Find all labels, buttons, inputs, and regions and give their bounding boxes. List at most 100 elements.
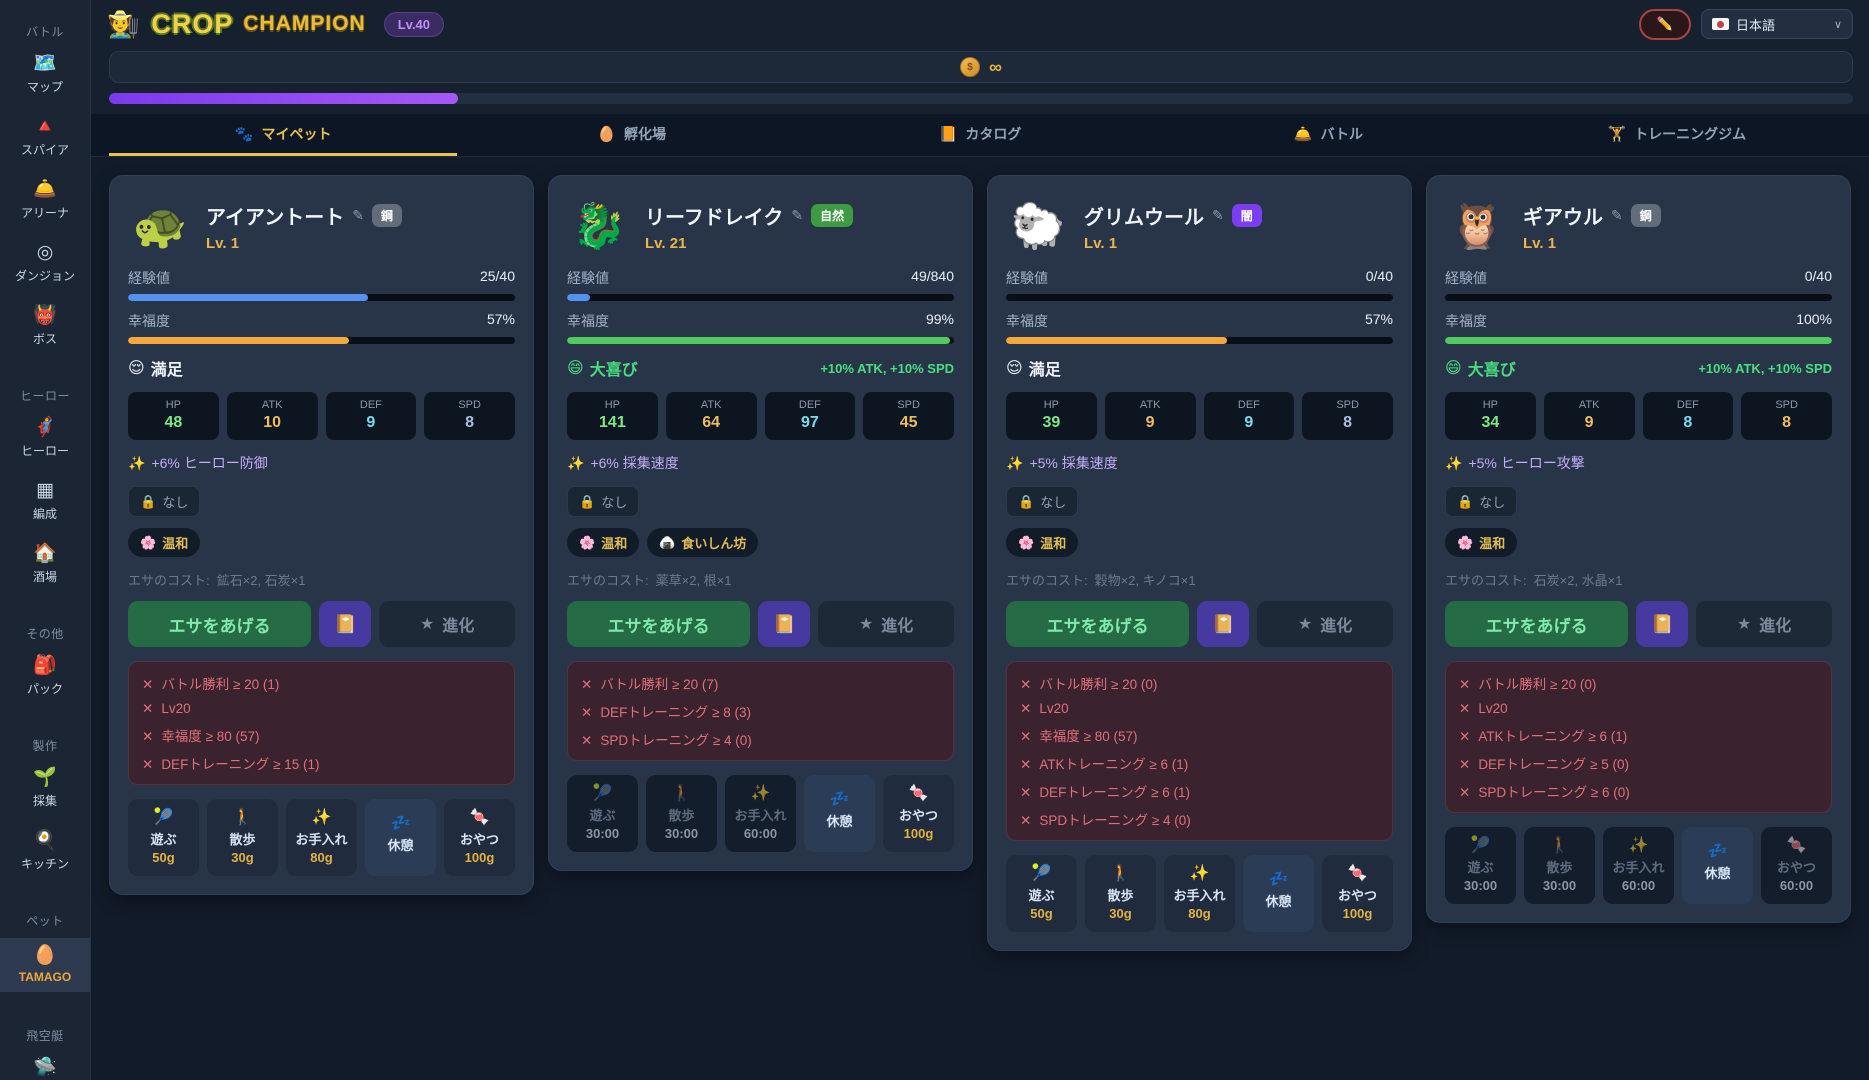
care-action-button[interactable]: 💤 休憩 xyxy=(1682,827,1753,904)
stats-grid: HP 141 ATK 64 DEF 97 SPD 45 xyxy=(567,392,954,440)
care-action-button[interactable]: 🍬 おやつ 100g xyxy=(1322,855,1393,932)
care-action-button[interactable]: ✨ お手入れ 60:00 xyxy=(725,775,796,852)
cross-icon: ✕ xyxy=(1020,677,1031,693)
sidebar-item[interactable]: 🌱 採集 xyxy=(0,765,90,812)
care-action-cost: 50g xyxy=(1030,906,1052,921)
tab-icon: 🛎️ xyxy=(1294,125,1313,143)
care-action-button[interactable]: 🎾 遊ぶ 50g xyxy=(1006,855,1077,932)
stat-label: DEF xyxy=(1643,399,1734,411)
sidebar-item-label: アリーナ xyxy=(21,204,69,221)
feed-button[interactable]: エサをあげる xyxy=(567,601,750,647)
rename-pencil-icon[interactable]: ✎ xyxy=(352,207,364,224)
sidebar-item[interactable]: 🎒 パック xyxy=(0,653,90,700)
sidebar-item-label: TAMAGO xyxy=(19,970,71,984)
trait-icon: 🌸 xyxy=(140,535,156,551)
sidebar-item[interactable]: 🛸 飛空艇 xyxy=(0,1055,90,1080)
care-action-button[interactable]: 🎾 遊ぶ 30:00 xyxy=(567,775,638,852)
stat-label: HP xyxy=(567,399,658,411)
sidebar-item[interactable]: ◎ ダンジョン xyxy=(0,240,90,287)
sidebar-item[interactable]: 🦸 ヒーロー xyxy=(0,415,90,462)
care-action-cost: 60:00 xyxy=(744,826,777,841)
care-action-button[interactable]: ✨ お手入れ 80g xyxy=(1164,855,1235,932)
evolve-label: 進化 xyxy=(881,612,913,636)
journal-button[interactable]: 📔 xyxy=(1636,601,1688,647)
feed-button[interactable]: エサをあげる xyxy=(128,601,311,647)
mood-label: 大喜び xyxy=(590,356,638,380)
sidebar-item[interactable]: 🛎️ アリーナ xyxy=(0,177,90,224)
feed-button[interactable]: エサをあげる xyxy=(1445,601,1628,647)
rename-pencil-icon[interactable]: ✎ xyxy=(1611,207,1623,224)
sidebar-item[interactable]: 🔺 スパイア xyxy=(0,114,90,161)
equipment-slot[interactable]: 🔒 なし xyxy=(128,486,200,517)
rename-pencil-icon[interactable]: ✎ xyxy=(1212,207,1224,224)
sidebar-item[interactable]: 👹 ボス xyxy=(0,303,90,350)
requirement-line: ✕ Lv20 xyxy=(142,701,501,717)
tab[interactable]: 🐾 マイペット xyxy=(109,114,457,156)
journal-button[interactable]: 📔 xyxy=(758,601,810,647)
feed-button[interactable]: エサをあげる xyxy=(1006,601,1189,647)
care-action-button[interactable]: 🍬 おやつ 100g xyxy=(444,799,515,876)
sidebar-item[interactable]: ▦ 編成 xyxy=(0,478,90,525)
care-action-button[interactable]: ✨ お手入れ 60:00 xyxy=(1603,827,1674,904)
equipment-slot[interactable]: 🔒 なし xyxy=(1006,486,1078,517)
evolve-button[interactable]: ★ 進化 xyxy=(1257,601,1393,647)
element-type-badge: 鋼 xyxy=(372,204,402,227)
stat-label: HP xyxy=(1006,399,1097,411)
care-action-button[interactable]: 💤 休憩 xyxy=(804,775,875,852)
requirement-text: Lv20 xyxy=(1039,701,1068,716)
requirement-text: DEFトレーニング ≥ 5 (0) xyxy=(1478,753,1629,773)
passive-perk: ✨+5% 採集速度 xyxy=(1006,453,1393,473)
sidebar-item[interactable]: 🥚 TAMAGO xyxy=(0,938,90,992)
tab[interactable]: 🏋️ トレーニングジム xyxy=(1503,114,1851,156)
care-action-icon: 🚶 xyxy=(233,809,253,827)
sidebar-item-icon: ▦ xyxy=(36,481,54,501)
requirement-text: バトル勝利 ≥ 20 (0) xyxy=(1039,673,1157,693)
care-action-button[interactable]: 🍬 おやつ 100g xyxy=(883,775,954,852)
stat-label: DEF xyxy=(326,399,417,411)
equipment-slot[interactable]: 🔒 なし xyxy=(567,486,639,517)
care-action-button[interactable]: 💤 休憩 xyxy=(365,799,436,876)
journal-button[interactable]: 📔 xyxy=(319,601,371,647)
stat-label: ATK xyxy=(1544,399,1635,411)
care-action-button[interactable]: 🚶 散歩 30g xyxy=(207,799,278,876)
care-action-button[interactable]: ✨ お手入れ 80g xyxy=(286,799,357,876)
happiness-bar xyxy=(1445,337,1832,344)
rename-pencil-icon[interactable]: ✎ xyxy=(791,207,803,224)
care-action-icon: 🎾 xyxy=(1471,837,1491,855)
edit-mode-button[interactable]: ✏️ xyxy=(1639,9,1691,40)
evolve-button[interactable]: ★ 進化 xyxy=(379,601,515,647)
care-action-button[interactable]: 🚶 散歩 30:00 xyxy=(1524,827,1595,904)
tab[interactable]: 🥚 孵化場 xyxy=(457,114,805,156)
exp-bar xyxy=(1445,294,1832,301)
language-selector[interactable]: 日本語 ∨ xyxy=(1701,9,1853,39)
care-action-button[interactable]: 🎾 遊ぶ 30:00 xyxy=(1445,827,1516,904)
evolve-button[interactable]: ★ 進化 xyxy=(1696,601,1832,647)
tab[interactable]: 🛎️ バトル xyxy=(1154,114,1502,156)
sidebar-item[interactable]: 🍳 キッチン xyxy=(0,828,90,875)
care-action-button[interactable]: 🎾 遊ぶ 50g xyxy=(128,799,199,876)
lock-icon: 🔒 xyxy=(1457,494,1473,510)
requirement-text: DEFトレーニング ≥ 6 (1) xyxy=(1039,781,1190,801)
stat-box: HP 141 xyxy=(567,392,658,440)
sidebar-item: バトル xyxy=(10,23,80,40)
care-action-button[interactable]: 💤 休憩 xyxy=(1243,855,1314,932)
requirement-line: ✕ バトル勝利 ≥ 20 (0) xyxy=(1459,673,1818,693)
care-action-button[interactable]: 🍬 おやつ 60:00 xyxy=(1761,827,1832,904)
evolve-button[interactable]: ★ 進化 xyxy=(818,601,954,647)
care-action-button[interactable]: 🚶 散歩 30g xyxy=(1085,855,1156,932)
tab[interactable]: 📙 カタログ xyxy=(806,114,1154,156)
happiness-bar xyxy=(1006,337,1393,344)
care-action-icon: 🎾 xyxy=(154,809,174,827)
requirement-text: SPDトレーニング ≥ 4 (0) xyxy=(600,729,751,749)
pet-name: グリムウール xyxy=(1084,201,1204,230)
sidebar-item[interactable]: 🏠 酒場 xyxy=(0,541,90,588)
journal-button[interactable]: 📔 xyxy=(1197,601,1249,647)
sidebar-item[interactable]: 🗺️ マップ xyxy=(0,51,90,98)
care-action-icon: 🍬 xyxy=(1787,837,1807,855)
stat-value: 141 xyxy=(567,414,658,432)
care-action-label: お手入れ xyxy=(1612,857,1664,876)
mood-emoji-icon: 😄 xyxy=(567,358,584,378)
equipment-slot[interactable]: 🔒 なし xyxy=(1445,486,1517,517)
requirement-line: ✕ Lv20 xyxy=(1459,701,1818,717)
care-action-button[interactable]: 🚶 散歩 30:00 xyxy=(646,775,717,852)
